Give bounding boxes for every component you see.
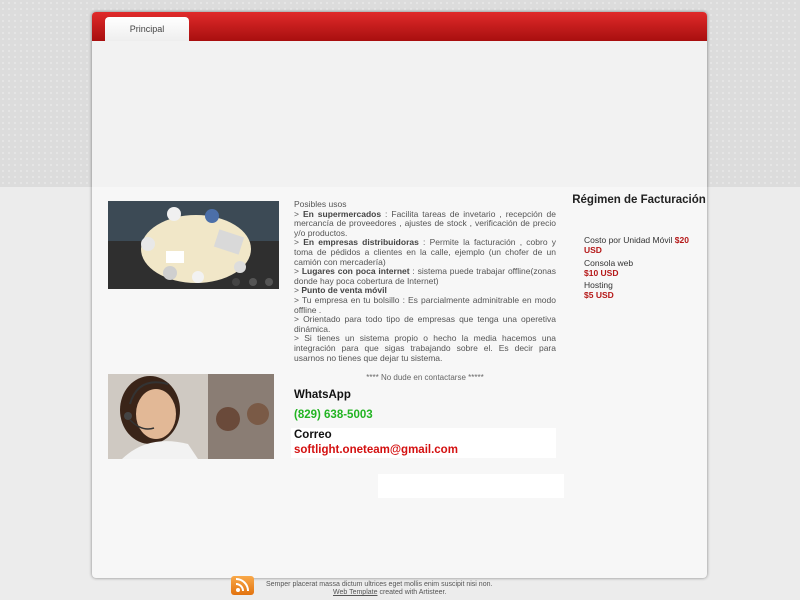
plan-item: Consola web $10 USD [584, 258, 634, 278]
use-item: > En empresas distribuidoras : Permite l… [294, 237, 557, 267]
tab-principal[interactable]: Principal [105, 17, 189, 41]
support-agent-photo [108, 374, 274, 459]
use-item: > Orientado para todo tipo de empresas q… [294, 314, 556, 334]
main-sheet: Principal Posibles usos > En supermercad… [92, 12, 707, 578]
billing-title: Régimen de Facturación [572, 194, 706, 206]
use-item: > Lugares con poca internet : sistema pu… [294, 266, 556, 286]
plan-item: Hosting $5 USD [584, 280, 614, 300]
use-item: > Si tienes un sistema propio o hecho la… [294, 333, 556, 363]
contact-prompt: **** No dude en contactarse ***** [366, 373, 484, 382]
footer-credit: Web Template created with Artisteer. [333, 589, 447, 596]
use-item: > Tu empresa en tu bolsillo : Es parcial… [294, 294, 556, 315]
plan-item: Costo por Unidad Móvil $20 USD [584, 235, 689, 255]
email-label: Correo [294, 429, 332, 441]
rss-icon[interactable] [231, 576, 254, 595]
header-banner [92, 41, 707, 187]
meeting-photo [108, 201, 279, 289]
footer-text: Semper placerat massa dictum ultrices eg… [266, 581, 493, 588]
top-nav-bar: Principal [92, 12, 707, 41]
email-address: softlight.oneteam@gmail.com [294, 444, 458, 456]
whatsapp-label: WhatsApp [294, 389, 351, 401]
empty-box [378, 474, 564, 498]
use-item: > En supermercados : Facilita tareas de … [294, 208, 556, 238]
web-template-link[interactable]: Web Template [333, 589, 378, 596]
whatsapp-number: (829) 638-5003 [294, 409, 373, 421]
uses-description: Posibles usos > En supermercados : Facil… [294, 199, 557, 363]
